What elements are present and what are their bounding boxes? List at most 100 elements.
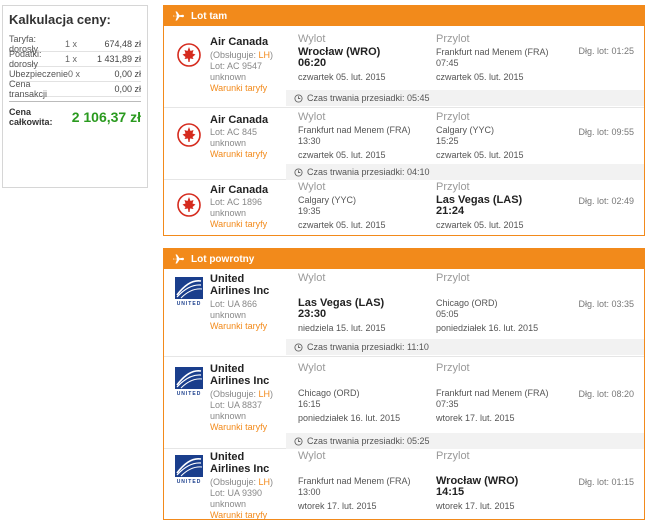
operated-code: LH: [258, 477, 271, 487]
price-row-multiplier: 1 x: [65, 39, 78, 49]
layover-text: Czas trwania przesiadki: 05:45: [307, 93, 430, 103]
price-row-taxes: Podatki: dorosły 1 x 1 431,89 zł: [9, 49, 141, 69]
departure-column: Wylot Calgary (YYC) 19:35 czwartek 05. l…: [298, 182, 386, 231]
return-title: Lot powrotny: [191, 253, 255, 265]
departure-column: Wylot Las Vegas (LAS) 23:30 niedziela 15…: [298, 273, 386, 334]
flight-status: unknown: [210, 208, 247, 218]
arrival-column: Przylot Wrocław (WRO) 14:15 wtorek 17. l…: [436, 451, 518, 512]
operated-by: (Obsługuje: LH): [210, 50, 273, 61]
price-total-value: 2 106,37 zł: [71, 108, 141, 125]
outbound-header: Lot tam: [164, 6, 644, 26]
layover-text: Czas trwania przesiadki: 04:10: [307, 167, 430, 177]
flight-status: unknown: [210, 310, 247, 320]
tariff-conditions-link[interactable]: Warunki taryfy: [210, 149, 267, 160]
flight-meta: (Obsługuje: LH) Lot: UA 8837 unknown War…: [210, 389, 273, 433]
flight-segment: UNITED United Airlines Inc Lot: UA 866 u…: [164, 269, 644, 357]
departure-date: czwartek 05. lut. 2015: [298, 220, 386, 230]
departure-column: Wylot Frankfurt nad Menem (FRA) 13:00 wt…: [298, 451, 411, 512]
flight-number: Lot: UA 8837: [210, 400, 263, 410]
arrival-header: Przylot: [436, 272, 470, 284]
departure-date: wtorek 17. lut. 2015: [298, 501, 377, 511]
airline-name: United Airlines Inc: [210, 363, 270, 387]
united-logo: UNITED: [172, 455, 206, 485]
operated-suffix: ): [270, 389, 274, 399]
arrival-header: Przylot: [436, 111, 470, 123]
departure-column: Wylot Chicago (ORD) 16:15 poniedziałek 1…: [298, 363, 400, 424]
arrival-city: Calgary (YYC): [436, 125, 495, 135]
price-total-row: Cena całkowita: 2 106,37 zł: [9, 101, 141, 131]
departure-date: niedziela 15. lut. 2015: [298, 323, 386, 333]
arrival-time: 21:24: [436, 205, 465, 217]
departure-header: Wylot: [298, 181, 326, 193]
united-logo-text: UNITED: [176, 301, 202, 307]
arrival-header: Przylot: [436, 450, 470, 462]
operated-prefix: (Obsługuje:: [210, 389, 259, 399]
tariff-conditions-link[interactable]: Warunki taryfy: [210, 83, 273, 94]
departure-time: 06:20: [298, 57, 327, 69]
arrival-column: Przylot Chicago (ORD) 05:05 poniedziałek…: [436, 273, 538, 334]
arrival-time: 14:15: [436, 486, 465, 498]
departure-header: Wylot: [298, 272, 326, 284]
layover-bar: Czas trwania przesiadki: 05:45: [286, 90, 644, 106]
flight-status: unknown: [210, 72, 247, 82]
flight-number: Lot: AC 9547: [210, 61, 263, 71]
layover-text: Czas trwania przesiadki: 05:25: [307, 436, 430, 446]
arrival-column: Przylot Calgary (YYC) 15:25 czwartek 05.…: [436, 112, 524, 161]
flight-duration: Dłg. lot: 01:15: [578, 477, 634, 487]
price-row-label: Podatki: dorosły: [9, 49, 42, 69]
return-header: Lot powrotny: [164, 249, 644, 269]
price-row-value: 0,00 zł: [114, 84, 141, 94]
operated-by: (Obsługuje: LH): [210, 477, 273, 488]
flight-segment: UNITED United Airlines Inc (Obsługuje: L…: [164, 357, 644, 449]
return-section: Lot powrotny UNITED United Airlines Inc …: [163, 248, 645, 520]
arrival-city: Chicago (ORD): [436, 298, 498, 308]
airline-name: United Airlines Inc: [210, 451, 270, 475]
departure-time: 23:30: [298, 308, 327, 320]
flight-status: unknown: [210, 411, 247, 421]
tariff-conditions-link[interactable]: Warunki taryfy: [210, 510, 273, 521]
arrival-time: 07:45: [436, 58, 459, 68]
price-calculation-box: Kalkulacja ceny: Taryfa: dorosły 1 x 674…: [2, 5, 148, 188]
arrival-column: Przylot Frankfurt nad Menem (FRA) 07:35 …: [436, 363, 549, 424]
tariff-conditions-link[interactable]: Warunki taryfy: [210, 422, 273, 433]
arrival-date: wtorek 17. lut. 2015: [436, 413, 515, 423]
departure-header: Wylot: [298, 33, 326, 45]
air-canada-logo-icon: [177, 43, 201, 67]
flight-meta: Lot: AC 845 unknown Warunki taryfy: [210, 127, 267, 160]
airline-name: Air Canada: [210, 114, 269, 126]
flight-meta: (Obsługuje: LH) Lot: UA 9390 unknown War…: [210, 477, 273, 521]
flight-segment: Air Canada Lot: AC 1896 unknown Warunki …: [164, 180, 644, 235]
arrival-header: Przylot: [436, 181, 470, 193]
departure-city: Frankfurt nad Menem (FRA): [298, 476, 411, 486]
departure-time: 19:35: [298, 206, 321, 216]
operated-code: LH: [258, 389, 271, 399]
tariff-conditions-link[interactable]: Warunki taryfy: [210, 321, 267, 332]
arrival-header: Przylot: [436, 33, 470, 45]
flight-duration: Dłg. lot: 01:25: [578, 46, 634, 56]
outbound-section: Lot tam Air Canada (Obsługuje: LH) Lot: …: [163, 5, 645, 236]
airline-name: United Airlines Inc: [210, 273, 270, 297]
price-row-value: 0,00 zł: [114, 69, 141, 79]
arrival-time: 05:05: [436, 309, 459, 319]
departure-date: czwartek 05. lut. 2015: [298, 150, 386, 160]
flight-duration: Dłg. lot: 08:20: [578, 389, 634, 399]
flight-duration: Dłg. lot: 03:35: [578, 299, 634, 309]
departure-column: Wylot Frankfurt nad Menem (FRA) 13:30 cz…: [298, 112, 411, 161]
departure-header: Wylot: [298, 362, 326, 374]
airplane-icon: [173, 254, 184, 264]
united-logo-text: UNITED: [176, 391, 202, 397]
price-row-label: Ubezpieczenie: [9, 69, 69, 79]
tariff-conditions-link[interactable]: Warunki taryfy: [210, 219, 267, 230]
price-row-value: 674,48 zł: [104, 39, 141, 49]
flight-status: unknown: [210, 499, 247, 509]
arrival-time: 07:35: [436, 399, 459, 409]
price-row-value: 1 431,89 zł: [96, 54, 141, 64]
departure-date: poniedziałek 16. lut. 2015: [298, 413, 401, 423]
flight-number: Lot: UA 866: [210, 299, 258, 309]
layover-text: Czas trwania przesiadki: 11:10: [307, 342, 429, 352]
departure-header: Wylot: [298, 111, 326, 123]
arrival-date: wtorek 17. lut. 2015: [436, 501, 515, 511]
departure-header: Wylot: [298, 450, 326, 462]
united-logo: UNITED: [172, 367, 206, 397]
operated-prefix: (Obsługuje:: [210, 50, 259, 60]
